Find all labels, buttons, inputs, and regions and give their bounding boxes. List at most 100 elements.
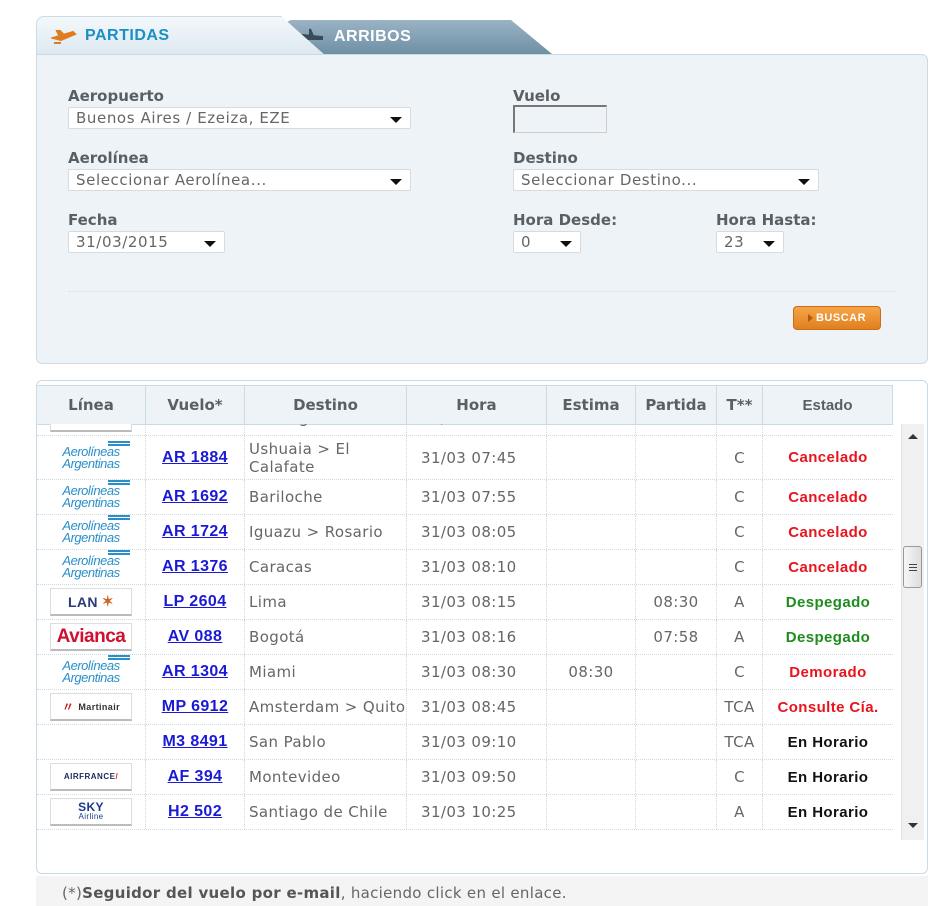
aerolineas-argentinas-logo: Aerolíneas Argentinas (50, 655, 132, 686)
cell-estima (547, 620, 636, 654)
col-terminal: T** (717, 386, 763, 424)
cell-estima (547, 725, 636, 759)
aerolineas-argentinas-logo: Aerolíneas Argentinas (50, 440, 132, 472)
cell-estima (547, 480, 636, 514)
tab-arribos[interactable]: ARRIBOS (286, 20, 552, 54)
hora-hasta-label: Hora Hasta: (716, 211, 817, 229)
cell-hora: 31/03 07:55 (407, 480, 547, 514)
fecha-select[interactable]: 31/03/2015 (68, 231, 225, 253)
aerolineas-argentinas-logo: Aerolíneas Argentinas (50, 480, 132, 511)
chevron-down-icon (390, 117, 402, 123)
aerolinea-select[interactable]: Seleccionar Aerolínea... (68, 169, 411, 191)
cell-hora: 31/03 08:10 (407, 550, 547, 584)
col-vuelo: Vuelo* (146, 386, 245, 424)
avianca-logo: Avianca (50, 623, 132, 651)
fecha-label: Fecha (68, 211, 118, 229)
cell-terminal: C (717, 436, 763, 479)
cell-partida (636, 655, 717, 689)
cell-linea: Aerolíneas Argentinas (37, 436, 146, 479)
vuelo-input[interactable] (513, 105, 607, 133)
hora-hasta-select[interactable]: 23 (716, 231, 784, 253)
destino-label: Destino (513, 149, 578, 167)
aerolinea-value: Seleccionar Aerolínea... (76, 171, 267, 189)
status-badge: Despegado (785, 593, 871, 611)
air-france-logo: AIRFRANCE / (50, 763, 132, 791)
cell-linea: AIRFRANCE / (37, 760, 146, 794)
cell-estima (547, 690, 636, 724)
cell-vuelo: AR 1692 (146, 480, 245, 514)
cell-vuelo: AR 1304 (146, 655, 245, 689)
table-body[interactable]: LAN✶LA 400Santiago de Chile31/03 07:40AC… (37, 424, 899, 840)
cell-partida (636, 690, 717, 724)
col-destino: Destino (245, 386, 407, 424)
flight-link[interactable]: H2 502 (168, 803, 222, 821)
flight-link[interactable]: LA 400 (168, 424, 222, 427)
play-icon (807, 314, 813, 322)
flight-link[interactable]: AV 088 (168, 628, 223, 646)
table-row: Aerolíneas Argentinas AR 1692 Bariloche 31/0… (37, 480, 893, 515)
flight-link[interactable]: MP 6912 (162, 698, 229, 716)
flight-link[interactable]: M3 8491 (162, 733, 227, 751)
status-badge: En Horario (787, 803, 869, 821)
table-row: Avianca AV 088 Bogotá 31/03 08:16 07:58 A Desp… (37, 620, 893, 655)
cell-terminal: C (717, 515, 763, 549)
status-badge: En Horario (787, 768, 869, 786)
cell-destino: San Pablo (245, 725, 407, 759)
cell-estima (547, 424, 636, 435)
col-estado: Estado (763, 386, 893, 424)
buscar-button[interactable]: BUSCAR (793, 306, 881, 330)
flight-link[interactable]: AR 1724 (162, 523, 228, 541)
cell-destino: Santiago de Chile (245, 424, 407, 435)
scroll-down-icon[interactable] (908, 823, 918, 828)
flight-link[interactable]: AR 1884 (162, 449, 228, 467)
cell-estima: 08:30 (547, 655, 636, 689)
cell-terminal: A (717, 424, 763, 435)
status-badge: Despegado (785, 628, 871, 646)
cell-terminal: A (717, 795, 763, 829)
chevron-down-icon (390, 179, 402, 185)
cell-destino: Ushuaia > El Calafate (245, 436, 407, 479)
cell-hora: 31/03 10:25 (407, 795, 547, 829)
aeropuerto-select[interactable]: Buenos Aires / Ezeiza, EZE (68, 107, 411, 129)
status-badge: Consulte Cía. (777, 698, 879, 716)
cell-partida: 08:30 (636, 585, 717, 619)
footnote-bold: Seguidor del vuelo por e-mail (82, 884, 341, 902)
flight-link[interactable]: AR 1304 (162, 663, 228, 681)
scrollbar[interactable] (901, 424, 924, 840)
cell-vuelo: AR 1724 (146, 515, 245, 549)
cell-estima (547, 585, 636, 619)
scroll-up-icon[interactable] (908, 434, 918, 439)
flight-link[interactable]: AF 394 (168, 768, 223, 786)
flight-link[interactable]: LP 2604 (164, 593, 227, 611)
flight-link[interactable]: AR 1376 (162, 558, 228, 576)
table-row: AIRFRANCE / AF 394 Montevideo 31/03 09:50 C En… (37, 760, 893, 795)
cell-destino: Caracas (245, 550, 407, 584)
cell-hora: 31/03 09:50 (407, 760, 547, 794)
tab-partidas[interactable]: PARTIDAS (36, 16, 326, 54)
cell-linea: Aerolíneas Argentinas (37, 480, 146, 514)
cell-estima (547, 515, 636, 549)
table-row: LAN✶ LA 400 Santiago de Chile31/03 07:40 AC… (37, 424, 893, 436)
hora-desde-select[interactable]: 0 (513, 231, 581, 253)
cell-partida (636, 424, 717, 435)
table-row: Aerolíneas Argentinas AR 1304 Miami 31/03 08… (37, 655, 893, 690)
cell-partida (636, 515, 717, 549)
tab-arribos-label: ARRIBOS (334, 28, 412, 45)
aerolineas-argentinas-logo: Aerolíneas Argentinas (50, 550, 132, 581)
cell-partida (636, 436, 717, 479)
table-row: M3 8491 San Pablo 31/03 09:10 TCA En Horario (37, 725, 893, 760)
cell-linea (37, 725, 146, 759)
cell-vuelo: LA 400 (146, 424, 245, 435)
cell-hora: 31/03 09:10 (407, 725, 547, 759)
chevron-down-icon (560, 241, 572, 247)
martinair-logo: 〃 Martinair (50, 693, 132, 721)
form-divider (69, 291, 895, 292)
cell-terminal: C (717, 550, 763, 584)
flight-link[interactable]: AR 1692 (162, 488, 228, 506)
col-linea: Línea (37, 386, 146, 424)
lan-logo: LAN✶ (50, 588, 132, 616)
scroll-thumb[interactable] (903, 546, 922, 588)
destino-select[interactable]: Seleccionar Destino... (513, 169, 819, 191)
cell-vuelo: AV 088 (146, 620, 245, 654)
cell-linea: Aerolíneas Argentinas (37, 550, 146, 584)
